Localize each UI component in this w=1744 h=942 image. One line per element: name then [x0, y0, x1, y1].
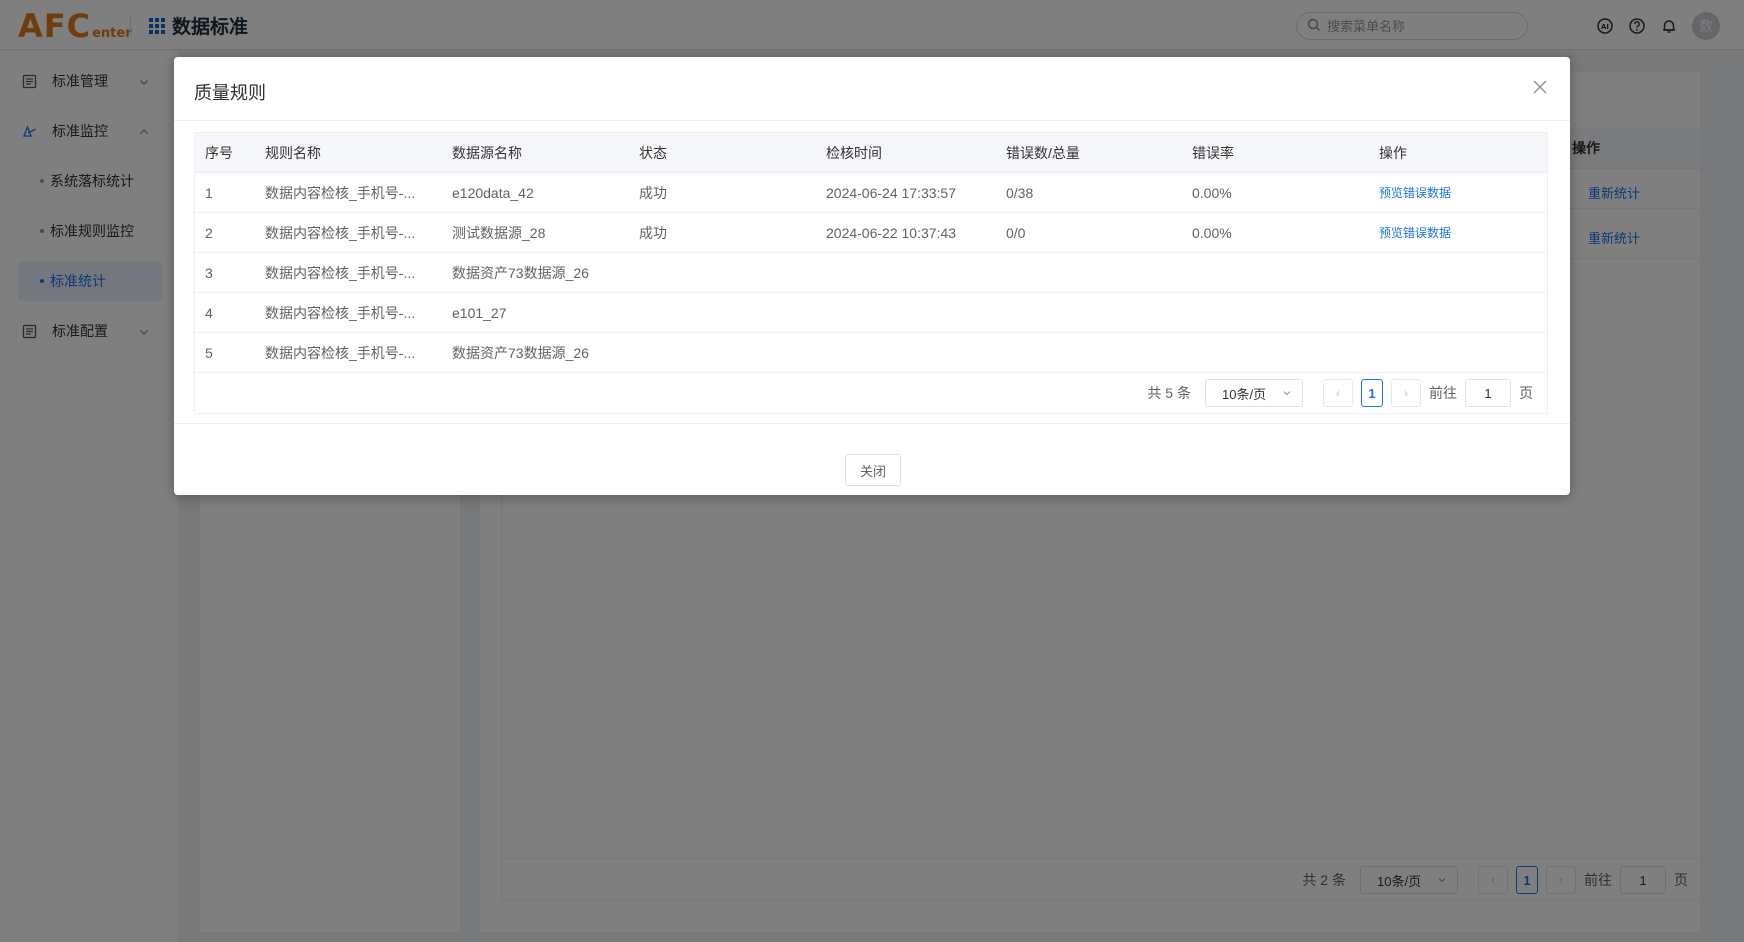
quality-rule-dialog: 质量规则 序号 规则名称 数据源名称 状态 检核时间 错误数/总量 错误率 操作…: [174, 57, 1570, 495]
cell-source-name: 数据资产73数据源_26: [452, 265, 589, 281]
table-row: 3 数据内容检核_手机号-... 数据资产73数据源_26: [195, 253, 1547, 293]
next-page-button[interactable]: ›: [1391, 379, 1421, 407]
cell-index: 5: [205, 345, 213, 361]
cell-index: 3: [205, 265, 213, 281]
close-button[interactable]: 关闭: [845, 454, 901, 486]
page-size-value: 10条/页: [1222, 386, 1267, 402]
cell-source-name: 测试数据源_28: [452, 225, 546, 241]
close-icon[interactable]: [1528, 75, 1552, 99]
cell-error-rate: 0.00%: [1192, 185, 1232, 201]
table-row: 1 数据内容检核_手机号-... e120data_42 成功 2024-06-…: [195, 173, 1547, 213]
cell-index: 2: [205, 225, 213, 241]
dialog-pagination: 共 5 条 10条/页 ‹ 1 › 前往 页: [195, 373, 1547, 413]
cell-rule-name: 数据内容检核_手机号-...: [265, 305, 416, 321]
column-header: 规则名称: [265, 145, 321, 161]
cell-error-ratio: 0/0: [1006, 225, 1026, 241]
cell-rule-name: 数据内容检核_手机号-...: [265, 185, 416, 201]
cell-status: 成功: [639, 225, 667, 241]
column-header: 错误率: [1192, 145, 1234, 161]
table-row: 5 数据内容检核_手机号-... 数据资产73数据源_26: [195, 333, 1547, 373]
total-count: 共 5 条: [1147, 385, 1191, 401]
prev-page-button[interactable]: ‹: [1323, 379, 1353, 407]
cell-source-name: 数据资产73数据源_26: [452, 345, 589, 361]
goto-input[interactable]: [1465, 379, 1511, 407]
dialog-header: 质量规则: [174, 57, 1570, 121]
cell-check-time: 2024-06-22 10:37:43: [826, 225, 956, 241]
table-header-row: 序号 规则名称 数据源名称 状态 检核时间 错误数/总量 错误率 操作: [195, 133, 1547, 173]
column-header: 错误数/总量: [1006, 145, 1080, 161]
quality-rule-table: 序号 规则名称 数据源名称 状态 检核时间 错误数/总量 错误率 操作 1 数据…: [194, 132, 1548, 414]
cell-rule-name: 数据内容检核_手机号-...: [265, 345, 416, 361]
cell-status: 成功: [639, 185, 667, 201]
preview-error-data-link[interactable]: 预览错误数据: [1379, 173, 1539, 213]
cell-index: 4: [205, 305, 213, 321]
cell-index: 1: [205, 185, 213, 201]
page-suffix: 页: [1519, 385, 1533, 401]
cell-rule-name: 数据内容检核_手机号-...: [265, 265, 416, 281]
chevron-down-icon: [1283, 391, 1291, 396]
page-number[interactable]: 1: [1361, 379, 1383, 407]
goto-label: 前往: [1429, 385, 1457, 401]
cell-error-rate: 0.00%: [1192, 225, 1232, 241]
preview-error-data-link[interactable]: 预览错误数据: [1379, 213, 1539, 253]
cell-source-name: e120data_42: [452, 185, 534, 201]
column-header: 操作: [1379, 145, 1407, 161]
column-header: 检核时间: [826, 145, 882, 161]
dialog-title: 质量规则: [194, 83, 266, 103]
column-header: 数据源名称: [452, 145, 522, 161]
page-size-select[interactable]: 10条/页: [1205, 379, 1303, 407]
cell-error-ratio: 0/38: [1006, 185, 1034, 201]
cell-rule-name: 数据内容检核_手机号-...: [265, 225, 416, 241]
table-row: 2 数据内容检核_手机号-... 测试数据源_28 成功 2024-06-22 …: [195, 213, 1547, 253]
column-header: 序号: [205, 145, 233, 161]
table-row: 4 数据内容检核_手机号-... e101_27: [195, 293, 1547, 333]
cell-check-time: 2024-06-24 17:33:57: [826, 185, 956, 201]
cell-source-name: e101_27: [452, 305, 507, 321]
dialog-footer: 关闭: [174, 423, 1570, 495]
column-header: 状态: [639, 145, 667, 161]
